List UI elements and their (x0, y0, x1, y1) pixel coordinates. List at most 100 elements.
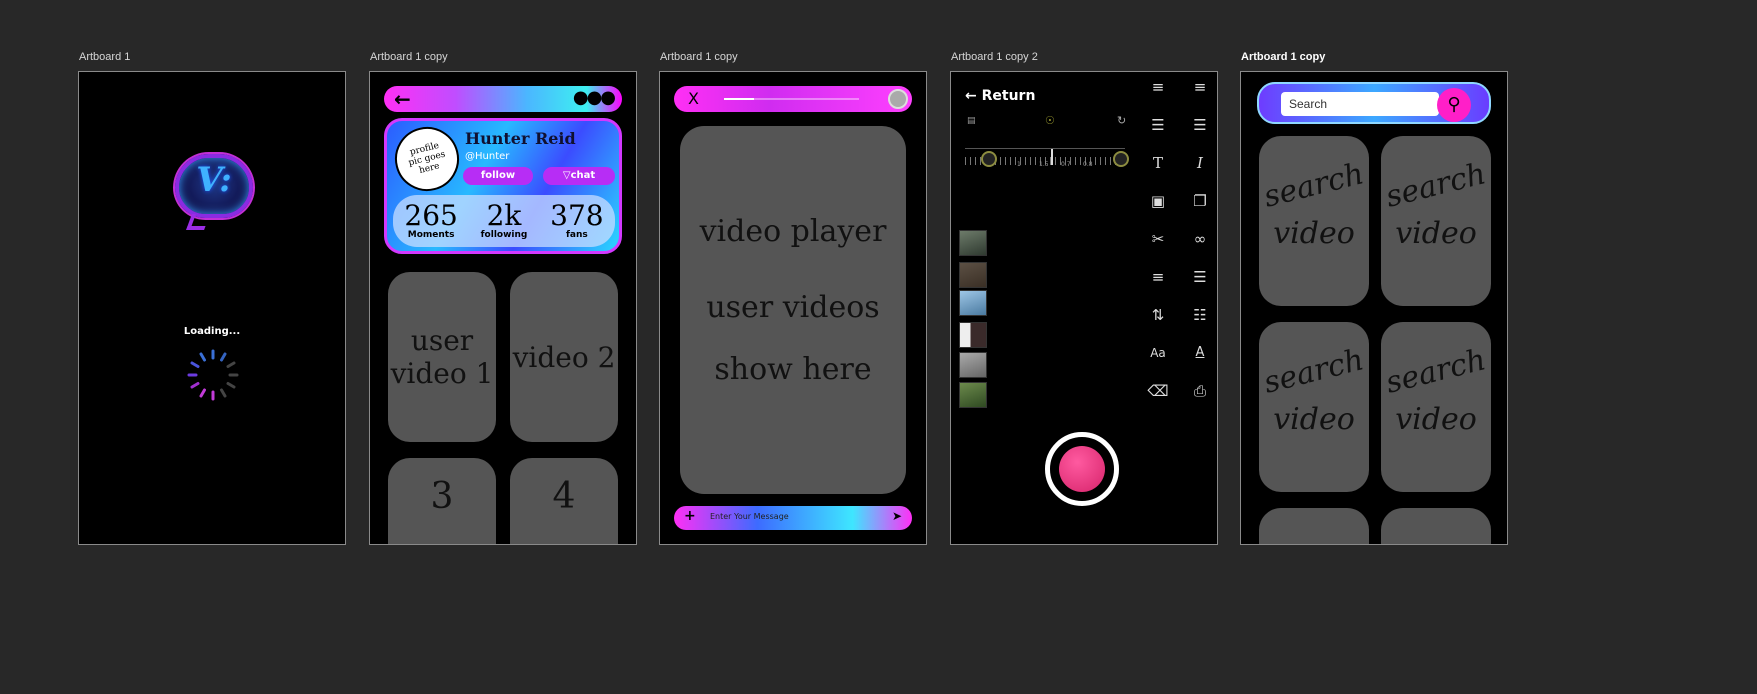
close-button[interactable]: X (688, 89, 699, 108)
video-tile[interactable]: video 2 (510, 272, 618, 442)
text-size-icon[interactable]: T (1147, 152, 1169, 174)
ruler-dot-right-icon[interactable] (1113, 151, 1129, 167)
message-bar: + Enter Your Message ➤ (674, 506, 912, 530)
ruler-dot-left-icon[interactable] (981, 151, 997, 167)
underline-icon[interactable]: A (1189, 342, 1211, 364)
search-result-tile[interactable]: search video (1381, 136, 1491, 306)
player-line-1: video player (699, 214, 887, 249)
search-result-tile[interactable]: search video (1381, 322, 1491, 492)
list-ordered-icon[interactable]: ☰ (1147, 114, 1169, 136)
artboard-loading: V: Loading... (78, 71, 346, 545)
more-dots-icon[interactable]: ●●● (573, 86, 616, 110)
eraser-icon[interactable]: ⌫ (1147, 380, 1169, 402)
save-icon[interactable]: ▣ (1147, 190, 1169, 212)
loading-text: Loading... (183, 326, 241, 337)
align-justify-icon[interactable]: ≡ (1147, 76, 1169, 98)
add-attachment-button[interactable]: + (684, 508, 696, 524)
artboard-label-4: Artboard 1 copy 2 (951, 51, 1038, 63)
chat-button[interactable]: ▽chat (543, 167, 615, 185)
arrow-left-icon: ← (965, 88, 977, 104)
artboard-camera: ← Return ▤ ☉ ↻ 1 1.5 0.7 0.8 ≡ ☰ T ▣ ✂ ≡… (950, 71, 1218, 545)
font-icon[interactable]: Aa (1147, 342, 1169, 364)
video-player[interactable]: video player user videos show here (680, 126, 906, 494)
artboard-video-player: X video player user videos show here + E… (659, 71, 927, 545)
stat-following[interactable]: 2k following (480, 199, 528, 241)
player-line-3: show here (714, 352, 872, 387)
stat-fans-value: 378 (550, 199, 604, 232)
stat-moments-label: Moments (407, 230, 455, 240)
italic-icon[interactable]: I (1189, 152, 1211, 174)
arrow-left-icon[interactable]: ← (394, 88, 411, 110)
gallery-thumbnail[interactable] (959, 352, 987, 378)
search-result-tile[interactable]: search video (1259, 136, 1369, 306)
stat-moments[interactable]: 265 Moments (404, 199, 458, 241)
user-avatar-icon[interactable] (888, 89, 908, 109)
return-button[interactable]: ← Return (965, 88, 1035, 104)
loading-spinner-icon (187, 349, 239, 401)
align-left-icon[interactable]: ≡ (1189, 76, 1211, 98)
follow-button[interactable]: follow (463, 167, 533, 185)
profile-header-bar: ← ●●● (384, 86, 622, 112)
filter-icon: ▽ (562, 170, 571, 181)
gallery-thumbnail[interactable] (959, 322, 987, 348)
message-input[interactable]: Enter Your Message (710, 512, 789, 521)
zoom-ruler[interactable]: 1 1.5 0.7 0.8 (965, 148, 1129, 172)
link-icon[interactable]: ∞ (1189, 228, 1211, 250)
stat-fans[interactable]: 378 fans (550, 199, 604, 241)
gallery-thumbnail[interactable] (959, 382, 987, 408)
return-label: Return (981, 88, 1036, 104)
stat-moments-value: 265 (404, 199, 458, 232)
search-result-tile[interactable] (1259, 508, 1369, 544)
artboard-search: Search ⚲ search video search video searc… (1240, 71, 1508, 545)
video-tile[interactable]: user video 1 (388, 272, 496, 442)
print-icon[interactable]: ⎙ (1189, 380, 1211, 402)
profile-stats: 265 Moments 2k following 378 fans (393, 195, 615, 247)
chat-button-label: chat (570, 170, 596, 181)
stat-following-value: 2k (486, 199, 522, 232)
video-progress-fill (724, 98, 754, 100)
search-icon[interactable]: ⚲ (1437, 88, 1471, 122)
profile-card: profile pic goes here Hunter Reid @Hunte… (384, 118, 622, 254)
ruler-number: 1 (1017, 161, 1021, 168)
ruler-number: 1.5 (1039, 161, 1049, 168)
gallery-thumbnail[interactable] (959, 230, 987, 256)
artboard-label-3: Artboard 1 copy (660, 51, 738, 63)
gallery-thumbnail[interactable] (959, 290, 987, 316)
artboard-profile: ← ●●● profile pic goes here Hunter Reid … (369, 71, 637, 545)
list-indent-icon[interactable]: ☰ (1189, 114, 1211, 136)
align-right-icon[interactable]: ≡ (1147, 266, 1169, 288)
record-button[interactable] (1045, 432, 1119, 506)
search-input[interactable]: Search (1281, 92, 1439, 116)
video-tile[interactable]: 4 (510, 458, 618, 544)
artboard-label-2: Artboard 1 copy (370, 51, 448, 63)
columns-icon[interactable]: ☷ (1189, 304, 1211, 326)
video-progress-bar[interactable] (724, 98, 859, 100)
player-line-2: user videos (706, 290, 880, 325)
search-bar: Search ⚲ (1257, 82, 1491, 124)
player-header-bar: X (674, 86, 912, 112)
cut-icon[interactable]: ✂ (1147, 228, 1169, 250)
bullet-list-icon[interactable]: ☰ (1189, 266, 1211, 288)
gallery-thumbnail[interactable] (959, 262, 987, 288)
artboard-label-5: Artboard 1 copy (1241, 51, 1326, 63)
video-tile[interactable]: 3 (388, 458, 496, 544)
search-result-tile[interactable]: search video (1259, 322, 1369, 492)
flip-camera-icon[interactable]: ↻ (1117, 114, 1126, 127)
search-result-tile[interactable] (1381, 508, 1491, 544)
line-spacing-icon[interactable]: ⇅ (1147, 304, 1169, 326)
stat-following-label: following (480, 230, 528, 240)
record-dot-icon (1059, 446, 1105, 492)
app-logo-tail (186, 214, 210, 230)
artboard-label-1: Artboard 1 (79, 51, 131, 63)
histogram-icon[interactable]: ▤ (967, 116, 976, 126)
copy-icon[interactable]: ❐ (1189, 190, 1211, 212)
send-icon[interactable]: ➤ (892, 509, 902, 523)
app-logo-text: V: (196, 160, 232, 200)
ruler-number: 0.7 (1061, 161, 1071, 168)
ruler-marker (1051, 149, 1053, 165)
ruler-number: 0.8 (1083, 161, 1093, 168)
auto-mode-icon[interactable]: ☉ (1045, 114, 1055, 127)
avatar[interactable]: profile pic goes here (388, 120, 466, 198)
profile-name: Hunter Reid (465, 129, 576, 148)
profile-handle: @Hunter (465, 151, 510, 162)
